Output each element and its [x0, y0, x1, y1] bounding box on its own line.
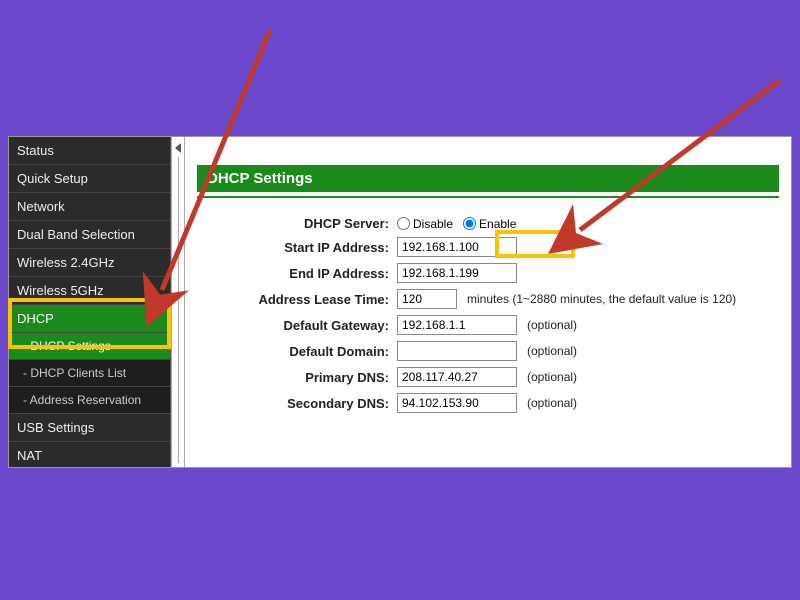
input-lease[interactable] [397, 289, 457, 309]
content-pane: DHCP Settings DHCP Server: Disable Enabl… [185, 137, 791, 467]
optional-domain: (optional) [527, 344, 577, 358]
radio-disable[interactable] [397, 217, 410, 230]
radio-enable-label: Enable [479, 217, 516, 231]
chevron-left-icon [175, 143, 181, 153]
sidebar-sub-dhcp-settings[interactable]: - DHCP Settings [9, 333, 170, 360]
divider-line [178, 157, 179, 463]
sidebar-item-nat[interactable]: NAT [9, 442, 170, 467]
row-start-ip: Start IP Address: [197, 237, 779, 257]
optional-gateway: (optional) [527, 318, 577, 332]
optional-dns1: (optional) [527, 370, 577, 384]
sidebar-item-status[interactable]: Status [9, 137, 170, 165]
label-end-ip: End IP Address: [197, 266, 397, 281]
label-lease: Address Lease Time: [197, 292, 397, 307]
label-gateway: Default Gateway: [197, 318, 397, 333]
sidebar-item-wireless-5[interactable]: Wireless 5GHz [9, 277, 170, 305]
input-end-ip[interactable] [397, 263, 517, 283]
row-dhcp-server: DHCP Server: Disable Enable [197, 216, 779, 231]
sidebar: Status Quick Setup Network Dual Band Sel… [9, 137, 171, 467]
input-dns2[interactable] [397, 393, 517, 413]
row-dns1: Primary DNS: (optional) [197, 367, 779, 387]
input-gateway[interactable] [397, 315, 517, 335]
page-title: DHCP Settings [197, 165, 779, 192]
label-domain: Default Domain: [197, 344, 397, 359]
sidebar-item-quick-setup[interactable]: Quick Setup [9, 165, 170, 193]
sidebar-item-wireless-24[interactable]: Wireless 2.4GHz [9, 249, 170, 277]
sidebar-sub-address-reservation[interactable]: - Address Reservation [9, 387, 170, 414]
label-dns2: Secondary DNS: [197, 396, 397, 411]
sidebar-sub-dhcp-clients[interactable]: - DHCP Clients List [9, 360, 170, 387]
label-dhcp-server: DHCP Server: [197, 216, 397, 231]
optional-dns2: (optional) [527, 396, 577, 410]
row-domain: Default Domain: (optional) [197, 341, 779, 361]
input-dns1[interactable] [397, 367, 517, 387]
sidebar-item-network[interactable]: Network [9, 193, 170, 221]
sidebar-item-dhcp[interactable]: DHCP [9, 305, 170, 333]
radio-disable-label: Disable [413, 217, 453, 231]
row-end-ip: End IP Address: [197, 263, 779, 283]
router-admin-window: Status Quick Setup Network Dual Band Sel… [8, 136, 792, 468]
hint-lease: minutes (1~2880 minutes, the default val… [467, 292, 736, 306]
input-domain[interactable] [397, 341, 517, 361]
input-start-ip[interactable] [397, 237, 517, 257]
row-gateway: Default Gateway: (optional) [197, 315, 779, 335]
label-start-ip: Start IP Address: [197, 240, 397, 255]
sidebar-collapse-handle[interactable] [171, 137, 185, 467]
sidebar-item-dual-band[interactable]: Dual Band Selection [9, 221, 170, 249]
sidebar-item-usb[interactable]: USB Settings [9, 414, 170, 442]
section-divider [197, 196, 779, 198]
radio-enable[interactable] [463, 217, 476, 230]
row-lease: Address Lease Time: minutes (1~2880 minu… [197, 289, 779, 309]
row-dns2: Secondary DNS: (optional) [197, 393, 779, 413]
label-dns1: Primary DNS: [197, 370, 397, 385]
